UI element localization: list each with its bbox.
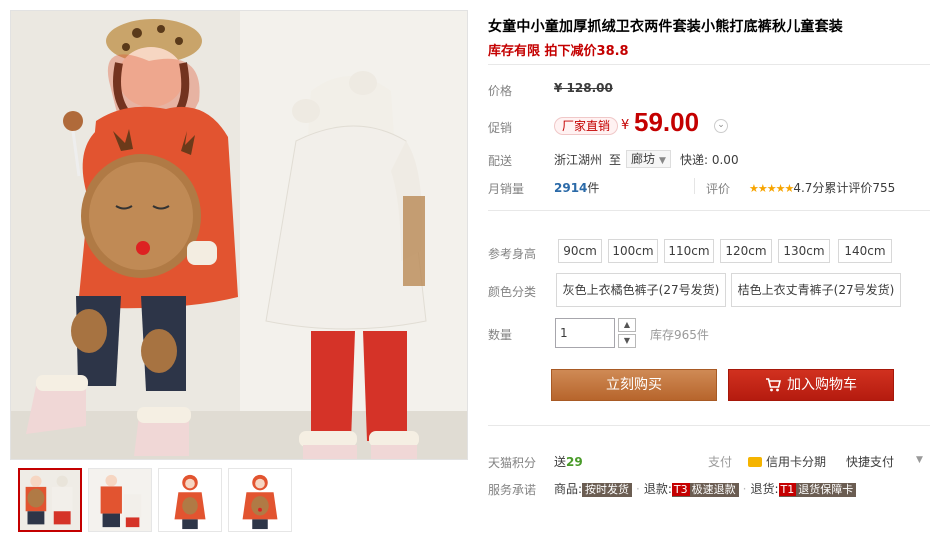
currency-symbol: ¥ [621,118,630,133]
credit-card-icon [748,457,762,467]
thumbnail-1[interactable] [18,468,82,532]
thumbnail-2[interactable] [88,468,152,532]
current-price: 59.00 [634,107,700,137]
points-value: 送29 [554,453,583,470]
thumbnail-strip [10,468,470,538]
shipping-label: 配送 [488,154,513,168]
dot-separator: · [742,482,747,496]
destination-select[interactable]: 廊坊 ▼ [626,150,671,168]
points-label: 天猫积分 [488,456,537,470]
review-label: 评价 [706,182,731,196]
size-option-90[interactable]: 90cm [558,239,602,263]
stock-text: 库存965件 [650,328,709,342]
separator [694,178,695,194]
product-info-panel: 女童中小童加厚抓绒卫衣两件套装小熊打底裤秋儿童套装 库存有限 拍下减价38.8 … [488,0,930,543]
payment-expand-icon[interactable]: ▼ [916,455,923,465]
quick-pay[interactable]: 快捷支付 [846,453,894,470]
ship-from: 浙江湖州 [554,153,603,167]
points-amount: 29 [566,455,583,469]
size-option-120[interactable]: 120cm [720,239,772,263]
color-option-gray[interactable]: 灰色上衣橘色裤子(27号发货) [556,273,726,307]
dot-separator: · [636,482,640,496]
thumbnail-4[interactable] [228,468,292,532]
main-photo [11,11,467,459]
fast-refund-text: 极速退款 [691,483,736,496]
monthly-sales: 2914件 [554,179,599,196]
monthly-sales-label: 月销量 [488,182,525,196]
quantity-increase-button[interactable]: ▲ [618,318,636,332]
factory-direct-tag: 厂家直销 [554,117,619,135]
quantity-input[interactable]: 1 [555,318,615,348]
divider [488,64,930,65]
return-tier-tag: T1 [778,483,797,496]
size-option-140[interactable]: 140cm [838,239,892,263]
sales-count: 2914 [554,181,588,195]
size-option-130[interactable]: 130cm [778,239,830,263]
service-commitments: 商品: 按时发货 · 退款: T3 极速退款 · 退货: T1 退货保障卡 [554,480,857,497]
promo-text: 库存有限 拍下减价38.8 [488,44,629,59]
chevron-down-icon: ▼ [659,156,666,166]
sales-unit: 件 [587,181,600,195]
add-to-cart-button[interactable]: 加入购物车 [728,369,894,401]
buy-now-button[interactable]: 立刻购买 [551,369,717,401]
divider [488,210,930,211]
size-option-110[interactable]: 110cm [664,239,714,263]
return-guarantee-text: 退货保障卡 [798,483,854,496]
refund-prefix: 退款: [643,482,672,496]
color-option-orange[interactable]: 桔色上衣丈青裤子(27号发货) [731,273,901,307]
refund-tier-tag: T3 [671,483,690,496]
rating-summary[interactable]: ★★★★★4.7分累计评价755 [749,179,895,196]
shipping-fee: 快递: 0.00 [680,153,739,167]
rating-stars-icon: ★★★★★ [749,182,794,195]
price-expand-icon[interactable]: ⌄ [714,119,728,133]
destination-value: 廊坊 [631,152,656,166]
product-title: 女童中小童加厚抓绒卫衣两件套装小熊打底裤秋儿童套装 [488,19,843,35]
on-time-delivery-badge[interactable]: 按时发货 [582,483,633,497]
price-label: 价格 [488,84,513,98]
size-option-100[interactable]: 100cm [608,239,658,263]
add-to-cart-label: 加入购物车 [787,377,857,393]
rating-text: 4.7分累计评价755 [793,181,896,195]
return-prefix: 退货: [750,482,779,496]
goods-prefix: 商品: [554,482,583,496]
credit-installment[interactable]: 信用卡分期 [748,453,826,470]
quantity-decrease-button[interactable]: ▼ [618,334,636,348]
ship-to-word: 至 [609,153,622,167]
cart-icon [766,378,781,392]
quantity-label: 数量 [488,328,513,342]
original-price: ¥ 128.00 [554,81,613,95]
fast-refund-badge[interactable]: T3 极速退款 [671,483,739,497]
promo-price-label: 促销 [488,121,513,135]
credit-installment-text: 信用卡分期 [766,455,827,469]
service-label: 服务承诺 [488,483,537,497]
thumbnail-3[interactable] [158,468,222,532]
size-label: 参考身高 [488,247,537,261]
divider [488,425,930,426]
return-guarantee-badge[interactable]: T1 退货保障卡 [778,483,857,497]
product-main-image[interactable] [10,10,468,460]
points-prefix: 送 [554,455,567,469]
payment-label: 支付 [708,455,733,469]
color-label: 颜色分类 [488,285,537,299]
